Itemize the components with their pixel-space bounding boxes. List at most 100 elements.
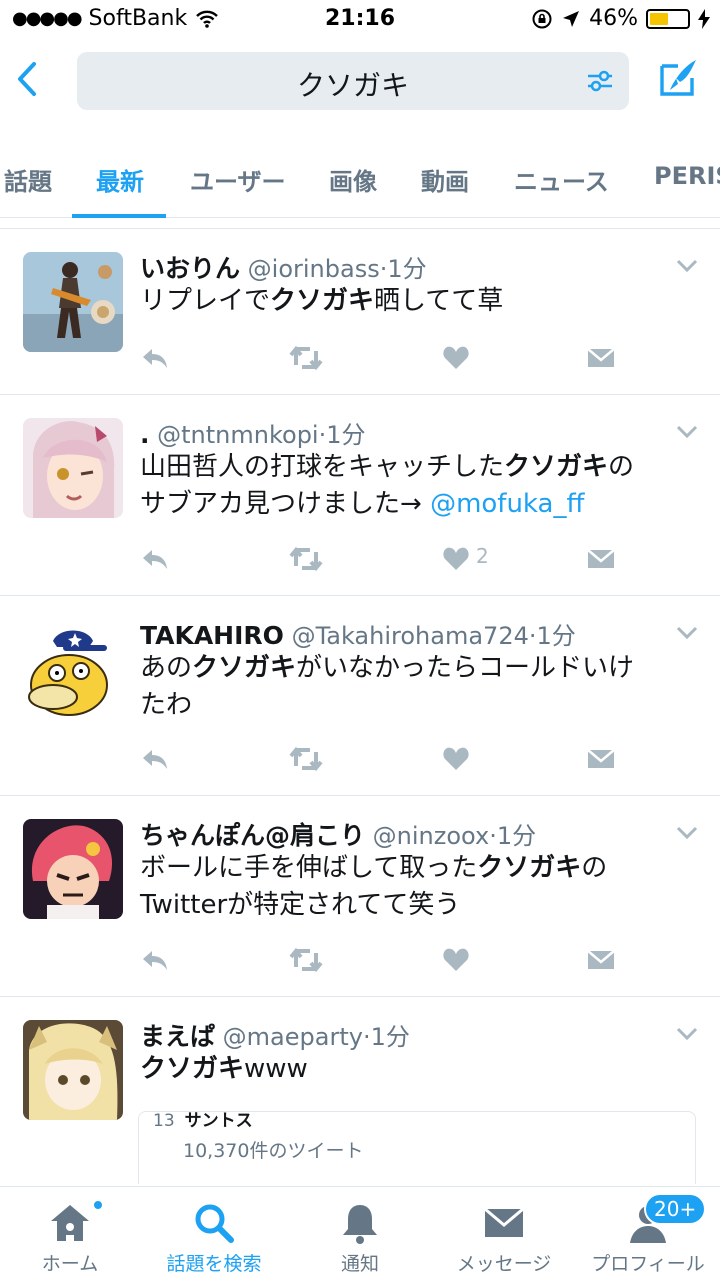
reply-icon[interactable] xyxy=(140,742,170,776)
tab-news[interactable]: ニュース xyxy=(514,162,609,197)
search-keyword: クソガキ xyxy=(192,653,297,683)
handle: @Takahirohama724 xyxy=(291,622,529,650)
tweet-item[interactable]: ちゃんぽん@肩こり @ninzoox·1分 ボールに手を伸ばして取ったクソガキの… xyxy=(0,796,720,997)
timestamp: 1分 xyxy=(387,255,427,283)
mention-link[interactable]: @mofuka_ff xyxy=(430,489,584,519)
home-unread-dot xyxy=(92,1199,104,1211)
tweet-text: クソガキwww xyxy=(140,1051,700,1088)
battery-icon xyxy=(646,8,690,29)
avatar[interactable] xyxy=(23,619,123,719)
tab-periscope[interactable]: PERIS xyxy=(654,162,720,190)
dm-icon[interactable] xyxy=(586,542,616,576)
chevron-down-icon[interactable] xyxy=(676,826,698,840)
nav-notifications-label: 通知 xyxy=(340,1253,379,1275)
avatar[interactable] xyxy=(23,252,123,352)
search-keyword: クソガキ xyxy=(504,452,609,482)
display-name[interactable]: まえぱ xyxy=(140,1022,215,1051)
status-right: 46% xyxy=(531,6,710,31)
dm-icon[interactable] xyxy=(586,341,616,375)
compose-icon[interactable] xyxy=(656,56,700,100)
timestamp: 1分 xyxy=(536,622,576,650)
retweet-icon[interactable] xyxy=(288,943,324,977)
retweet-icon[interactable] xyxy=(288,742,324,776)
tweet-header: まえぱ @maeparty·1分 xyxy=(140,1017,410,1053)
tweet-actions xyxy=(0,943,720,977)
timestamp: 1分 xyxy=(370,1023,410,1051)
back-icon[interactable] xyxy=(10,56,46,102)
nav-notifications[interactable]: 通知 xyxy=(290,1187,430,1280)
retweet-icon[interactable] xyxy=(288,341,324,375)
display-name[interactable]: ちゃんぽん@肩こり xyxy=(140,821,365,850)
tweet-item[interactable]: . @tntnmnkopi·1分 山田哲人の打球をキャッチしたクソガキの サブアカ… xyxy=(0,395,720,596)
separator: · xyxy=(528,622,537,650)
reply-icon[interactable] xyxy=(140,341,170,375)
display-name[interactable]: いおりん xyxy=(140,254,240,283)
search-query[interactable]: クソガキ xyxy=(77,64,629,104)
avatar[interactable] xyxy=(23,1020,123,1120)
rotation-lock-icon xyxy=(532,9,552,28)
nav-home[interactable]: ホーム xyxy=(0,1187,140,1280)
tweet-header: ちゃんぽん@肩こり @ninzoox·1分 xyxy=(140,816,536,852)
profile-badge: 20+ xyxy=(644,1193,707,1225)
search-keyword: クソガキ xyxy=(477,853,582,883)
tweet-actions xyxy=(0,742,720,776)
dm-icon[interactable] xyxy=(586,742,616,776)
timestamp: 1分 xyxy=(496,822,537,850)
like-icon[interactable] xyxy=(442,943,470,977)
filter-icon[interactable] xyxy=(585,66,615,96)
separator: · xyxy=(362,1023,371,1051)
chevron-down-icon[interactable] xyxy=(676,425,698,439)
text-segment: あの xyxy=(140,653,193,683)
tab-users[interactable]: ユーザー xyxy=(190,162,286,197)
tab-latest[interactable]: 最新 xyxy=(96,162,144,197)
like-count: 2 xyxy=(476,544,489,568)
trend-count: 10,370件のツイート xyxy=(183,1140,364,1162)
like-icon[interactable] xyxy=(442,341,470,375)
handle: @tntnmnkopi xyxy=(157,421,319,449)
text-segment: の xyxy=(581,853,608,883)
search-box[interactable]: クソガキ xyxy=(77,52,629,110)
avatar[interactable] xyxy=(23,819,123,919)
display-name[interactable]: TAKAHIRO xyxy=(140,621,284,650)
chevron-down-icon[interactable] xyxy=(676,626,698,640)
trend-card[interactable]: 13 サントス 10,370件のツイート xyxy=(138,1111,696,1184)
avatar[interactable] xyxy=(23,418,123,518)
location-icon xyxy=(563,10,580,27)
display-name[interactable]: . xyxy=(140,420,150,449)
text-segment: がいなかったらコールドいけ xyxy=(296,653,635,683)
search-keyword: クソガキ xyxy=(270,286,375,316)
status-bar: ●●●●● SoftBank 21:16 46% xyxy=(0,0,720,40)
nav-messages[interactable]: メッセージ xyxy=(434,1187,574,1280)
like-icon[interactable] xyxy=(442,742,470,776)
handle: @maeparty xyxy=(222,1023,363,1051)
text-segment: たわ xyxy=(140,690,193,720)
tweet-text: あのクソガキがいなかったらコールドいけたわ xyxy=(140,650,700,724)
text-segment: 山田哲人の打球をキャッチした xyxy=(140,452,505,482)
tab-images[interactable]: 画像 xyxy=(329,162,377,197)
tweet-item[interactable]: TAKAHIRO @Takahirohama724·1分 あのクソガキがいなかっ… xyxy=(0,596,720,796)
tweet-text: リプレイでクソガキ晒してて草 xyxy=(140,283,700,320)
search-header: クソガキ xyxy=(0,40,720,130)
nav-search[interactable]: 話題を検索 xyxy=(144,1187,284,1280)
tweet-header: TAKAHIRO @Takahirohama724·1分 xyxy=(140,616,576,651)
tab-topics[interactable]: 話題 xyxy=(4,162,52,197)
timestamp: 1分 xyxy=(326,421,366,449)
nav-messages-label: メッセージ xyxy=(456,1253,552,1275)
separator: · xyxy=(489,822,497,850)
chevron-down-icon[interactable] xyxy=(676,1027,698,1041)
nav-profile-label: プロフィール xyxy=(591,1253,705,1275)
tab-videos[interactable]: 動画 xyxy=(421,162,469,197)
active-tab-indicator xyxy=(72,214,166,218)
tweet-actions: 2 xyxy=(0,542,720,576)
dm-icon[interactable] xyxy=(586,943,616,977)
tweet-feed[interactable]: いおりん @iorinbass·1分 リプレイでクソガキ晒してて草 . @tnt… xyxy=(0,228,720,1184)
chevron-down-icon[interactable] xyxy=(676,259,698,273)
reply-icon[interactable] xyxy=(140,943,170,977)
text-segment: リプレイで xyxy=(140,286,271,316)
like-icon[interactable] xyxy=(442,542,470,576)
battery-percent: 46% xyxy=(589,6,638,31)
tweet-item[interactable]: まえぱ @maeparty·1分 クソガキwww 13 サントス 10,370件の… xyxy=(0,997,720,1184)
tweet-item[interactable]: いおりん @iorinbass·1分 リプレイでクソガキ晒してて草 xyxy=(0,229,720,395)
reply-icon[interactable] xyxy=(140,542,170,576)
retweet-icon[interactable] xyxy=(288,542,324,576)
